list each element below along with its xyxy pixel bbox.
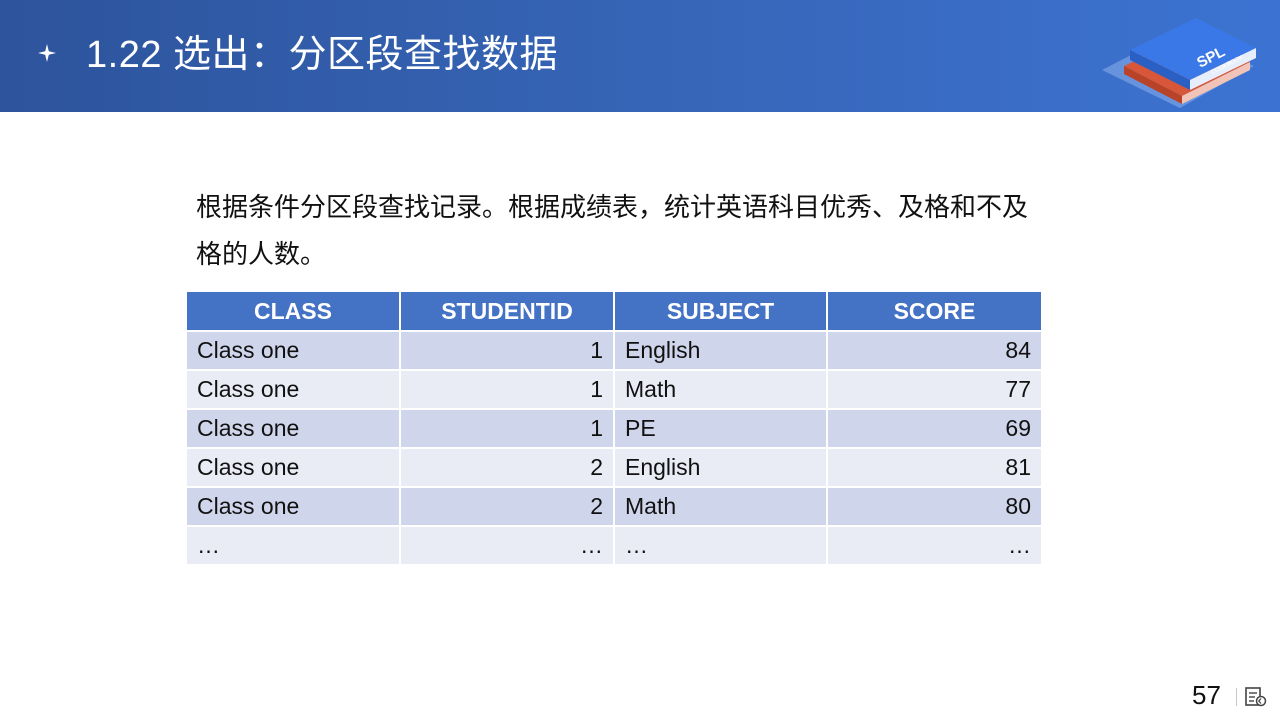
- table-row: Class one 2 English 81: [187, 448, 1041, 488]
- cell-studentid: 1: [400, 409, 615, 449]
- column-header-subject: SUBJECT: [614, 292, 828, 332]
- cell-studentid: 1: [400, 331, 615, 371]
- cell-studentid: 1: [400, 370, 615, 410]
- cell-class: Class one: [187, 370, 401, 410]
- footer-divider: [1236, 688, 1237, 706]
- cell-score: 80: [827, 487, 1041, 527]
- cell-class: Class one: [187, 487, 401, 527]
- cell-studentid: …: [400, 526, 615, 566]
- cell-subject: English: [614, 448, 828, 488]
- slide-header: 1.22 选出：分区段查找数据 SPL COOKBOOK: [0, 0, 1280, 112]
- cell-subject: Math: [614, 487, 828, 527]
- cell-score: 81: [827, 448, 1041, 488]
- table-row: Class one 2 Math 80: [187, 487, 1041, 527]
- slide-title: 1.22 选出：分区段查找数据: [86, 34, 559, 76]
- cell-class: Class one: [187, 331, 401, 371]
- notes-view-icon[interactable]: [1245, 687, 1267, 707]
- star-bullet-icon: [38, 44, 56, 62]
- cell-studentid: 2: [400, 448, 615, 488]
- cell-score: 69: [827, 409, 1041, 449]
- description-text: 根据条件分区段查找记录。根据成绩表，统计英语科目优秀、及格和不及格的人数。: [196, 192, 1029, 269]
- table-row: Class one 1 English 84: [187, 331, 1041, 371]
- cell-class: Class one: [187, 448, 401, 488]
- table-row: … … … …: [187, 526, 1041, 566]
- cell-class: Class one: [187, 409, 401, 449]
- spl-cookbook-logo: SPL COOKBOOK: [1102, 18, 1256, 108]
- cell-score: …: [827, 526, 1041, 566]
- column-header-score: SCORE: [827, 292, 1041, 332]
- cell-subject: …: [614, 526, 828, 566]
- cell-subject: English: [614, 331, 828, 371]
- cell-class: …: [187, 526, 401, 566]
- table-row: Class one 1 Math 77: [187, 370, 1041, 410]
- cell-subject: Math: [614, 370, 828, 410]
- cell-score: 77: [827, 370, 1041, 410]
- column-header-class: CLASS: [187, 292, 401, 332]
- column-header-studentid: STUDENTID: [400, 292, 615, 332]
- page-number: 57: [1192, 680, 1221, 710]
- cell-subject: PE: [614, 409, 828, 449]
- table-row: Class one 1 PE 69: [187, 409, 1041, 449]
- table-header-row: CLASS STUDENTID SUBJECT SCORE: [187, 292, 1041, 332]
- cell-score: 84: [827, 331, 1041, 371]
- score-table: CLASS STUDENTID SUBJECT SCORE Class one …: [187, 292, 1041, 566]
- cell-studentid: 2: [400, 487, 615, 527]
